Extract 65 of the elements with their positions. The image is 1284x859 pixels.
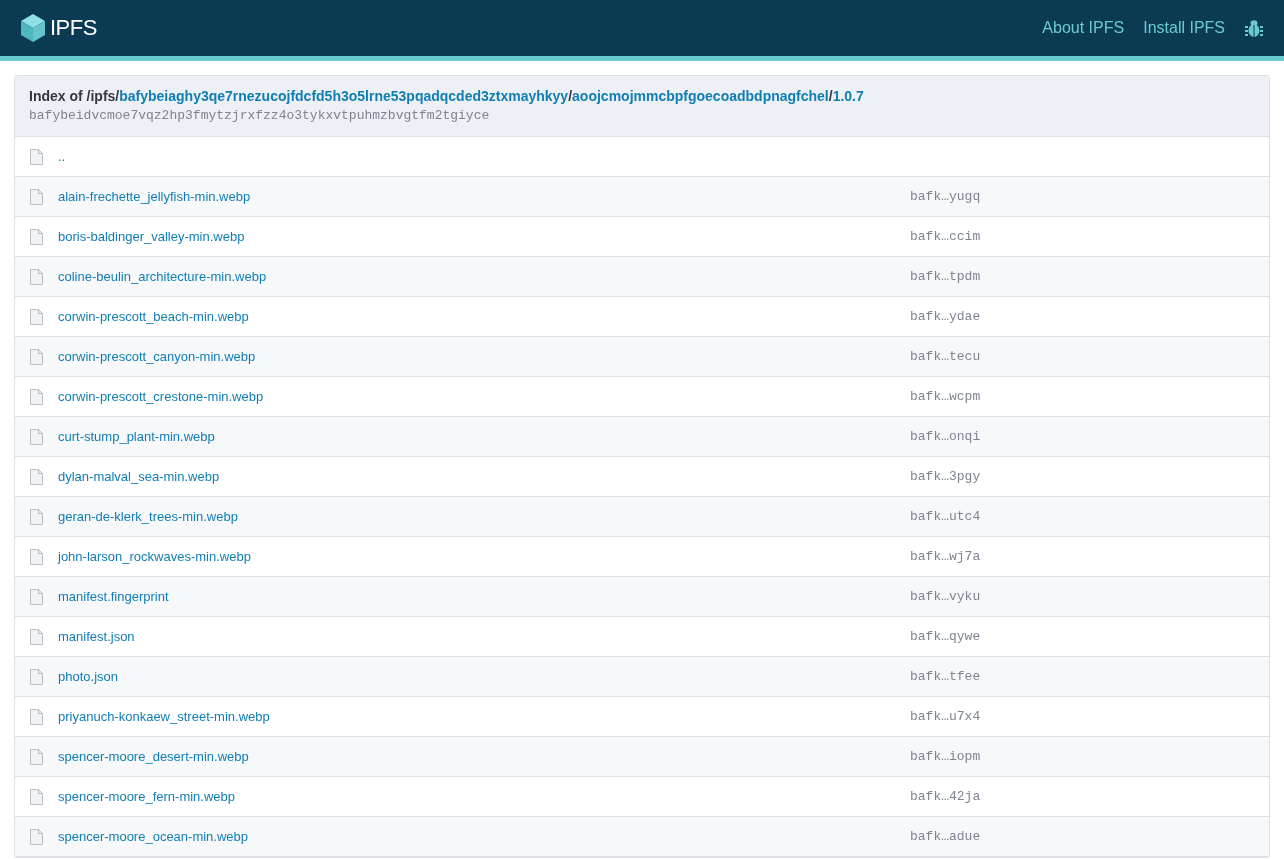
file-link[interactable]: spencer-moore_fern-min.webp xyxy=(58,789,910,804)
hash-text: bafk…wcpm xyxy=(910,389,981,404)
file-icon xyxy=(30,748,43,765)
hash-text: bafk…42ja xyxy=(910,789,981,804)
hash-text: bafk…qywe xyxy=(910,629,981,644)
hash-text: bafk…ydae xyxy=(910,309,981,324)
file-icon xyxy=(30,468,43,485)
file-link[interactable]: coline-beulin_architecture-min.webp xyxy=(58,269,910,284)
hash-text: bafk…utc4 xyxy=(910,509,981,524)
file-icon xyxy=(30,508,43,525)
hash-text: bafk…iopm xyxy=(910,749,981,764)
file-link[interactable]: geran-de-klerk_trees-min.webp xyxy=(58,509,910,524)
file-icon xyxy=(30,308,43,325)
hash-text: bafk…yugq xyxy=(910,189,981,204)
path-text: / xyxy=(568,88,573,104)
file-link[interactable]: boris-baldinger_valley-min.webp xyxy=(58,229,910,244)
file-link[interactable]: priyanuch-konkaew_street-min.webp xyxy=(58,709,910,724)
file-icon xyxy=(30,428,43,445)
hash-text: bafk…tpdm xyxy=(910,269,981,284)
file-link[interactable]: manifest.fingerprint xyxy=(58,589,910,604)
path-text: Index of /ipfs/ xyxy=(29,88,120,104)
hash-text: bafk…3pgy xyxy=(910,469,981,484)
path-link[interactable]: aoojcmojmmcbpfgoecoadbdpnagfchel xyxy=(572,88,829,104)
file-link[interactable]: manifest.json xyxy=(58,629,910,644)
hash-text: bafk…wj7a xyxy=(910,549,981,564)
file-link[interactable]: .. xyxy=(58,149,910,164)
file-link[interactable]: photo.json xyxy=(58,669,910,684)
cube-logo-icon xyxy=(20,13,46,43)
logo-text[interactable]: IPFS xyxy=(50,15,97,41)
file-icon xyxy=(30,268,43,285)
path-link[interactable]: 1.0.7 xyxy=(832,88,864,104)
file-link[interactable]: corwin-prescott_beach-min.webp xyxy=(58,309,910,324)
cid-text: bafybeidvcmoe7vqz2hp3fmytzjrxfzz4o3tykxvtpuhmzbvgtfm2tgiyce xyxy=(29,108,491,123)
path-text: / xyxy=(828,88,833,104)
file-link[interactable]: spencer-moore_desert-min.webp xyxy=(58,749,910,764)
file-icon xyxy=(30,628,43,645)
nav-link[interactable]: Install IPFS xyxy=(1143,19,1225,37)
file-icon xyxy=(30,828,43,845)
file-icon xyxy=(30,228,43,245)
file-icon xyxy=(30,788,43,805)
file-link[interactable]: corwin-prescott_canyon-min.webp xyxy=(58,349,910,364)
hash-text: bafk…adue xyxy=(910,829,981,844)
file-icon xyxy=(30,348,43,365)
hash-text: bafk…tfee xyxy=(910,669,981,684)
hash-text: bafk…vyku xyxy=(910,589,981,604)
file-icon xyxy=(30,668,43,685)
nav-link[interactable]: About IPFS xyxy=(1042,19,1125,37)
hash-text: bafk…u7x4 xyxy=(910,709,981,724)
file-link[interactable]: john-larson_rockwaves-min.webp xyxy=(58,549,910,564)
bug-icon[interactable] xyxy=(1244,18,1264,38)
file-icon xyxy=(30,388,43,405)
hash-text: bafk…tecu xyxy=(910,349,981,364)
file-icon xyxy=(30,548,43,565)
file-link[interactable]: corwin-prescott_crestone-min.webp xyxy=(58,389,910,404)
hash-text: bafk…ccim xyxy=(910,229,981,244)
file-icon xyxy=(30,188,43,205)
file-link[interactable]: dylan-malval_sea-min.webp xyxy=(58,469,910,484)
file-link[interactable]: curt-stump_plant-min.webp xyxy=(58,429,910,444)
file-icon xyxy=(30,148,43,165)
file-link[interactable]: alain-frechette_jellyfish-min.webp xyxy=(58,189,910,204)
hash-text: bafk…onqi xyxy=(910,429,981,444)
file-icon xyxy=(30,588,43,605)
file-icon xyxy=(30,708,43,725)
path-link[interactable]: bafybeiaghy3qe7rnezucojfdcfd5h3o5lrne53pqadqcded3ztxmayhkyy xyxy=(119,88,569,104)
file-link[interactable]: spencer-moore_ocean-min.webp xyxy=(58,829,910,844)
